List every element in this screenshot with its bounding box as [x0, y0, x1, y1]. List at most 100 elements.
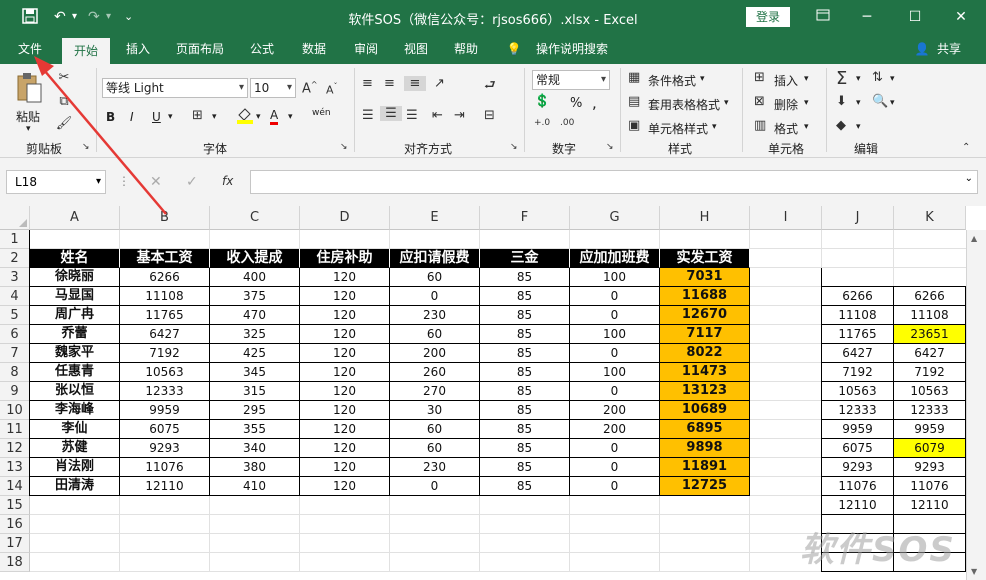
table-cell[interactable]: 120	[300, 458, 390, 477]
compare-cell-k[interactable]: 10563	[894, 382, 966, 401]
compare-cell-k[interactable]: 9959	[894, 420, 966, 439]
tab-insert[interactable]: 插入	[118, 34, 158, 64]
table-cell[interactable]: 任惠青	[30, 363, 120, 382]
table-cell[interactable]: 11765	[120, 306, 210, 325]
compare-cell-k[interactable]: 12333	[894, 401, 966, 420]
table-cell[interactable]: 120	[300, 420, 390, 439]
cell-styles-button[interactable]: 单元格样式	[648, 120, 708, 137]
merge-center-icon[interactable]: ⊟	[484, 108, 495, 123]
phonetic-button[interactable]: wén	[312, 108, 331, 118]
chevron-down-icon[interactable]: ▾	[856, 98, 861, 108]
font-color-button[interactable]: A	[270, 108, 279, 125]
table-cell[interactable]: 85	[480, 325, 570, 344]
table-cell[interactable]: 85	[480, 306, 570, 325]
row-header[interactable]: 18	[0, 553, 30, 572]
row-header[interactable]: 11	[0, 420, 30, 439]
fill-color-icon[interactable]	[236, 106, 254, 128]
column-header[interactable]: B	[120, 206, 210, 230]
table-cell[interactable]: 11688	[660, 287, 750, 306]
row-header[interactable]: 5	[0, 306, 30, 325]
table-cell[interactable]: 12110	[120, 477, 210, 496]
share-button[interactable]: 共享	[932, 34, 966, 64]
table-cell[interactable]: 260	[390, 363, 480, 382]
align-top-icon[interactable]: ≡	[362, 76, 373, 91]
table-cell[interactable]: 340	[210, 439, 300, 458]
row-header[interactable]: 4	[0, 287, 30, 306]
insert-cells-button[interactable]: 插入	[774, 72, 798, 89]
table-cell[interactable]: 355	[210, 420, 300, 439]
tab-view[interactable]: 视图	[396, 34, 436, 64]
column-header[interactable]: J	[822, 206, 894, 230]
compare-cell-k[interactable]: 12110	[894, 496, 966, 515]
column-header[interactable]: D	[300, 206, 390, 230]
paste-label[interactable]: 粘贴	[16, 108, 40, 125]
table-cell[interactable]: 85	[480, 363, 570, 382]
table-cell[interactable]: 9959	[120, 401, 210, 420]
increase-indent-icon[interactable]: ⇥	[454, 108, 465, 123]
table-cell[interactable]: 李海峰	[30, 401, 120, 420]
comma-button[interactable]: ,	[592, 94, 597, 112]
table-cell[interactable]: 85	[480, 344, 570, 363]
fill-down-icon[interactable]: ⬇	[836, 94, 847, 109]
percent-button[interactable]: %	[570, 96, 582, 111]
table-cell[interactable]: 85	[480, 439, 570, 458]
copy-icon[interactable]: ⧉	[54, 94, 74, 109]
align-bottom-icon[interactable]: ≡	[404, 76, 426, 91]
row-header[interactable]: 3	[0, 268, 30, 287]
find-select-icon[interactable]: 🔍	[872, 94, 888, 109]
table-cell[interactable]: 0	[570, 287, 660, 306]
table-cell[interactable]: 60	[390, 325, 480, 344]
table-cell[interactable]: 100	[570, 363, 660, 382]
row-header[interactable]: 13	[0, 458, 30, 477]
table-cell[interactable]: 30	[390, 401, 480, 420]
row-header[interactable]: 8	[0, 363, 30, 382]
fill-dropdown-icon[interactable]: ▾	[256, 112, 261, 122]
compare-cell-j[interactable]: 9959	[822, 420, 894, 439]
align-right-icon[interactable]: ☰	[406, 108, 418, 123]
table-cell[interactable]: 9293	[120, 439, 210, 458]
row-header[interactable]: 6	[0, 325, 30, 344]
expand-formula-icon[interactable]: ⌄	[965, 173, 973, 184]
grow-font-icon[interactable]: A^	[302, 80, 318, 96]
table-cell[interactable]: 6075	[120, 420, 210, 439]
row-header[interactable]: 12	[0, 439, 30, 458]
formula-input[interactable]: ⌄	[250, 170, 978, 194]
select-all-corner[interactable]	[0, 206, 30, 230]
table-cell[interactable]: 120	[300, 325, 390, 344]
table-cell[interactable]: 6427	[120, 325, 210, 344]
table-cell[interactable]: 60	[390, 439, 480, 458]
orientation-icon[interactable]: ↗	[434, 76, 445, 91]
chevron-down-icon[interactable]: ▾	[856, 122, 861, 132]
table-cell[interactable]: 13123	[660, 382, 750, 401]
table-cell[interactable]: 85	[480, 420, 570, 439]
login-button[interactable]: 登录	[746, 7, 790, 27]
compare-cell-j[interactable]: 12333	[822, 401, 894, 420]
table-cell[interactable]: 0	[570, 439, 660, 458]
table-cell[interactable]: 0	[570, 458, 660, 477]
conditional-format-button[interactable]: 条件格式	[648, 72, 696, 89]
chevron-down-icon[interactable]: ▾	[804, 122, 809, 132]
compare-cell-k[interactable]: 11108	[894, 306, 966, 325]
table-header-cell[interactable]: 应扣请假费	[390, 249, 480, 268]
autosum-icon[interactable]: Σ	[836, 68, 847, 89]
chevron-down-icon[interactable]: ▾	[724, 98, 729, 108]
decrease-decimal-icon[interactable]: .00	[560, 118, 574, 128]
table-cell[interactable]: 11473	[660, 363, 750, 382]
table-cell[interactable]: 295	[210, 401, 300, 420]
compare-cell-j[interactable]: 11108	[822, 306, 894, 325]
chevron-down-icon[interactable]: ▾	[856, 74, 861, 84]
decrease-indent-icon[interactable]: ⇤	[432, 108, 443, 123]
table-cell[interactable]: 周广冉	[30, 306, 120, 325]
table-cell[interactable]: 6895	[660, 420, 750, 439]
cancel-entry-icon[interactable]: ✕	[150, 174, 162, 190]
font-size-select[interactable]: 10 ▾	[250, 78, 296, 98]
compare-cell-j[interactable]: 12110	[822, 496, 894, 515]
compare-cell-j[interactable]: 6427	[822, 344, 894, 363]
table-cell[interactable]: 375	[210, 287, 300, 306]
table-cell[interactable]: 11891	[660, 458, 750, 477]
table-cell[interactable]: 200	[570, 401, 660, 420]
column-header[interactable]: F	[480, 206, 570, 230]
column-header[interactable]: K	[894, 206, 966, 230]
table-cell[interactable]: 100	[570, 325, 660, 344]
sort-filter-icon[interactable]: ⇅	[872, 70, 883, 85]
